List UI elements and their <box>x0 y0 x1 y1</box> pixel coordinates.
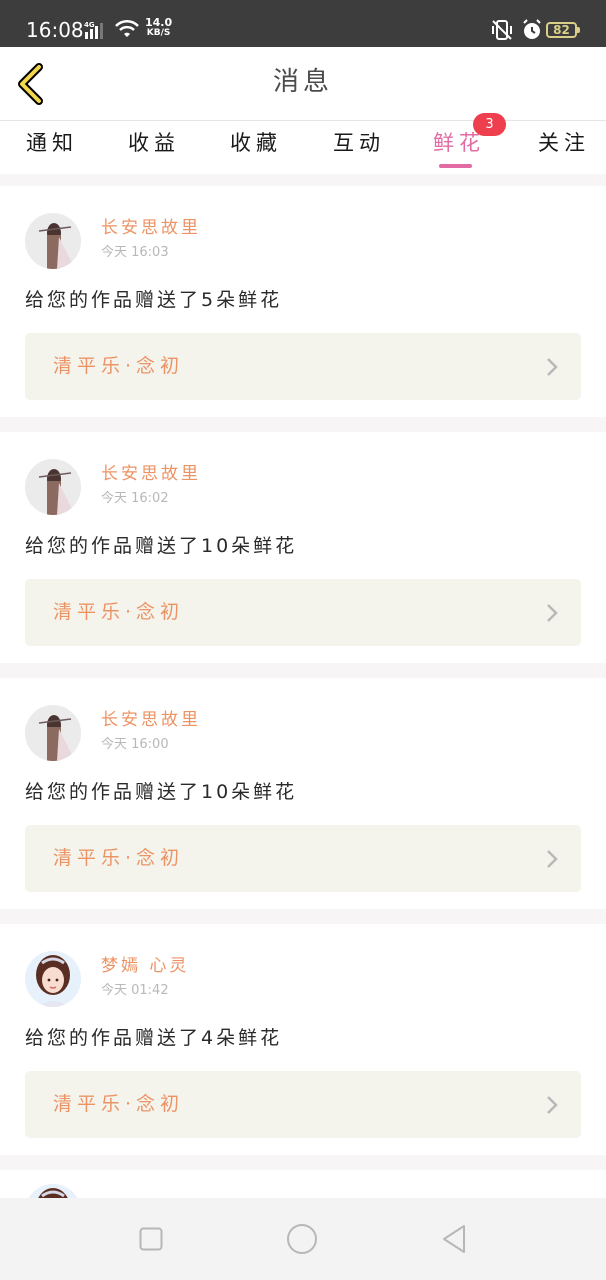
tab-label: 互动 <box>333 131 385 155</box>
message-text: 给您的作品赠送了10朵鲜花 <box>25 781 298 803</box>
avatar[interactable] <box>25 951 81 1007</box>
timestamp: 今天 16:00 <box>101 737 169 752</box>
navigation-bar <box>0 1198 606 1280</box>
recent-apps-icon[interactable] <box>139 1227 163 1251</box>
work-title: 清平乐·念初 <box>53 847 185 869</box>
avatar[interactable] <box>25 705 81 761</box>
battery-level: 82 <box>553 23 570 37</box>
silent-icon <box>492 20 512 40</box>
list-item[interactable]: 长安思故里 今天 16:02 给您的作品赠送了10朵鲜花 清平乐·念初 <box>0 432 606 663</box>
tab-interactions[interactable]: 互动 <box>333 130 385 156</box>
active-tab-indicator <box>439 164 472 168</box>
tab-bar: 通知 收益 收藏 互动 鲜花 关注 3 <box>0 113 606 174</box>
avatar-image <box>25 705 81 761</box>
message-text: 给您的作品赠送了10朵鲜花 <box>25 535 298 557</box>
avatar-image <box>25 1184 81 1198</box>
signal-icon: 4G <box>84 21 103 39</box>
back-icon[interactable] <box>440 1223 468 1255</box>
username[interactable]: 长安思故里 <box>101 709 201 731</box>
timestamp: 今天 01:42 <box>101 983 169 998</box>
status-bar: 16:08 4G 14.0 KB/S 82 <box>0 0 606 47</box>
avatar-image <box>25 213 81 269</box>
avatar[interactable] <box>25 459 81 515</box>
chevron-right-icon <box>547 850 558 868</box>
speed-value: 14.0 <box>145 16 173 29</box>
work-link[interactable]: 清平乐·念初 <box>25 333 581 400</box>
avatar-image <box>25 459 81 515</box>
chevron-right-icon <box>547 604 558 622</box>
list-item[interactable]: 长安思故里 今天 16:03 给您的作品赠送了5朵鲜花 清平乐·念初 <box>0 186 606 417</box>
chevron-right-icon <box>547 358 558 376</box>
tab-notifications[interactable]: 通知 <box>26 130 78 156</box>
network-label: 4G <box>84 21 95 29</box>
username[interactable]: 长安思故里 <box>101 463 201 485</box>
avatar-image <box>25 951 81 1007</box>
tab-earnings[interactable]: 收益 <box>128 130 180 156</box>
status-time: 16:08 <box>26 18 84 42</box>
message-text: 给您的作品赠送了4朵鲜花 <box>25 1027 283 1049</box>
work-title: 清平乐·念初 <box>53 601 185 623</box>
avatar[interactable] <box>25 1184 81 1198</box>
tab-label: 收益 <box>128 131 180 155</box>
tab-favorites[interactable]: 收藏 <box>230 130 282 156</box>
timestamp: 今天 16:02 <box>101 491 169 506</box>
tab-label: 鲜花 <box>433 131 485 155</box>
work-link[interactable]: 清平乐·念初 <box>25 1071 581 1138</box>
alarm-icon <box>523 19 541 39</box>
home-icon[interactable] <box>286 1223 318 1255</box>
message-text: 给您的作品赠送了5朵鲜花 <box>25 289 283 311</box>
tab-label: 通知 <box>26 131 78 155</box>
list-item[interactable]: 梦嫣 心灵 今天 01:42 给您的作品赠送了4朵鲜花 清平乐·念初 <box>0 924 606 1155</box>
work-title: 清平乐·念初 <box>53 355 185 377</box>
tab-label: 关注 <box>538 131 590 155</box>
work-link[interactable]: 清平乐·念初 <box>25 825 581 892</box>
list-item[interactable]: 长安思故里 今天 16:00 给您的作品赠送了10朵鲜花 清平乐·念初 <box>0 678 606 909</box>
chevron-right-icon <box>547 1096 558 1114</box>
tab-follows[interactable]: 关注 <box>538 130 590 156</box>
tab-label: 收藏 <box>230 131 282 155</box>
unread-badge: 3 <box>473 113 506 136</box>
wifi-icon <box>115 19 139 37</box>
header: 消息 <box>0 47 606 121</box>
network-speed: 14.0 KB/S <box>145 16 173 38</box>
work-link[interactable]: 清平乐·念初 <box>25 579 581 646</box>
work-title: 清平乐·念初 <box>53 1093 185 1115</box>
battery-icon: 82 <box>546 22 580 38</box>
avatar[interactable] <box>25 213 81 269</box>
username[interactable]: 长安思故里 <box>101 217 201 239</box>
page-title: 消息 <box>272 67 333 97</box>
timestamp: 今天 16:03 <box>101 245 169 260</box>
username[interactable]: 梦嫣 心灵 <box>101 955 189 977</box>
speed-unit: KB/S <box>146 28 171 38</box>
list-item[interactable] <box>0 1170 606 1198</box>
